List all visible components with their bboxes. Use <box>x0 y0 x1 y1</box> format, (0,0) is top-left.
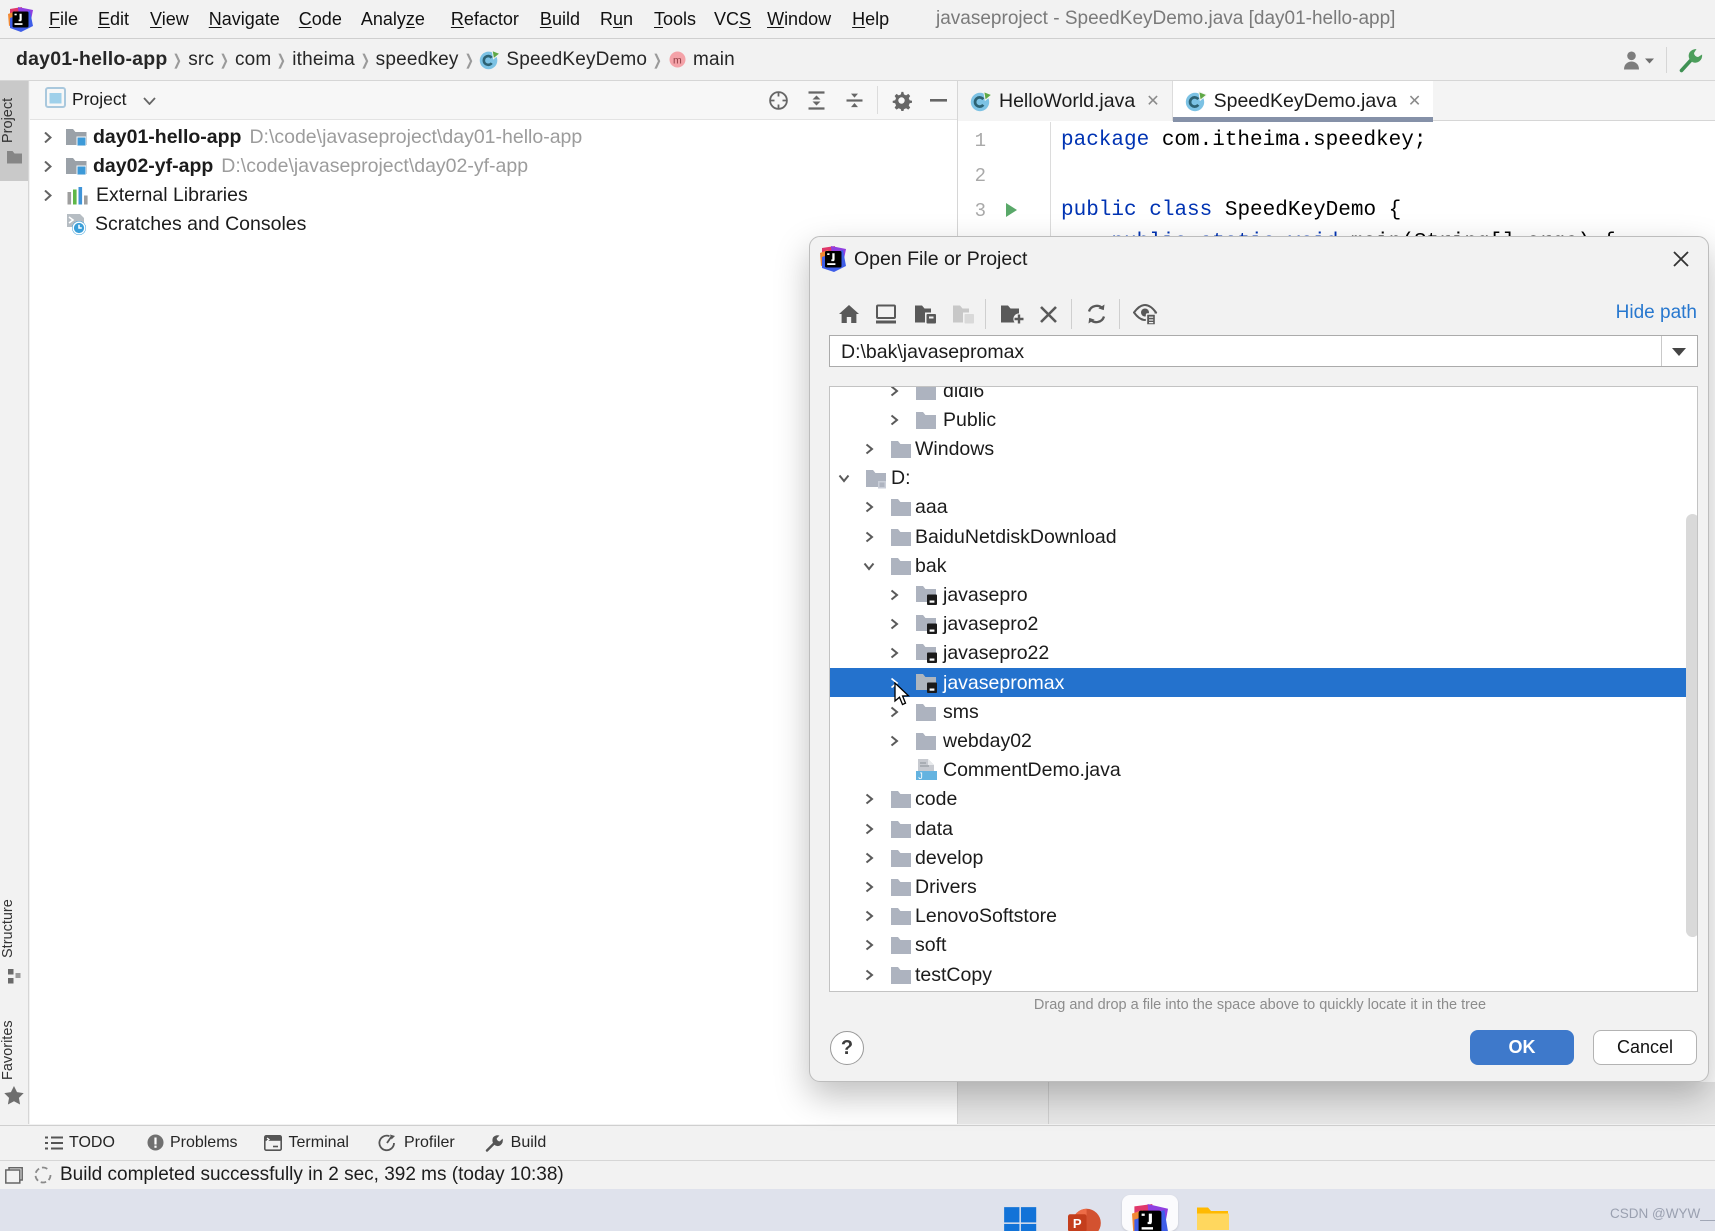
svg-text:J: J <box>918 771 923 781</box>
svg-text:P: P <box>1073 1216 1082 1231</box>
svg-text:m: m <box>673 55 682 67</box>
